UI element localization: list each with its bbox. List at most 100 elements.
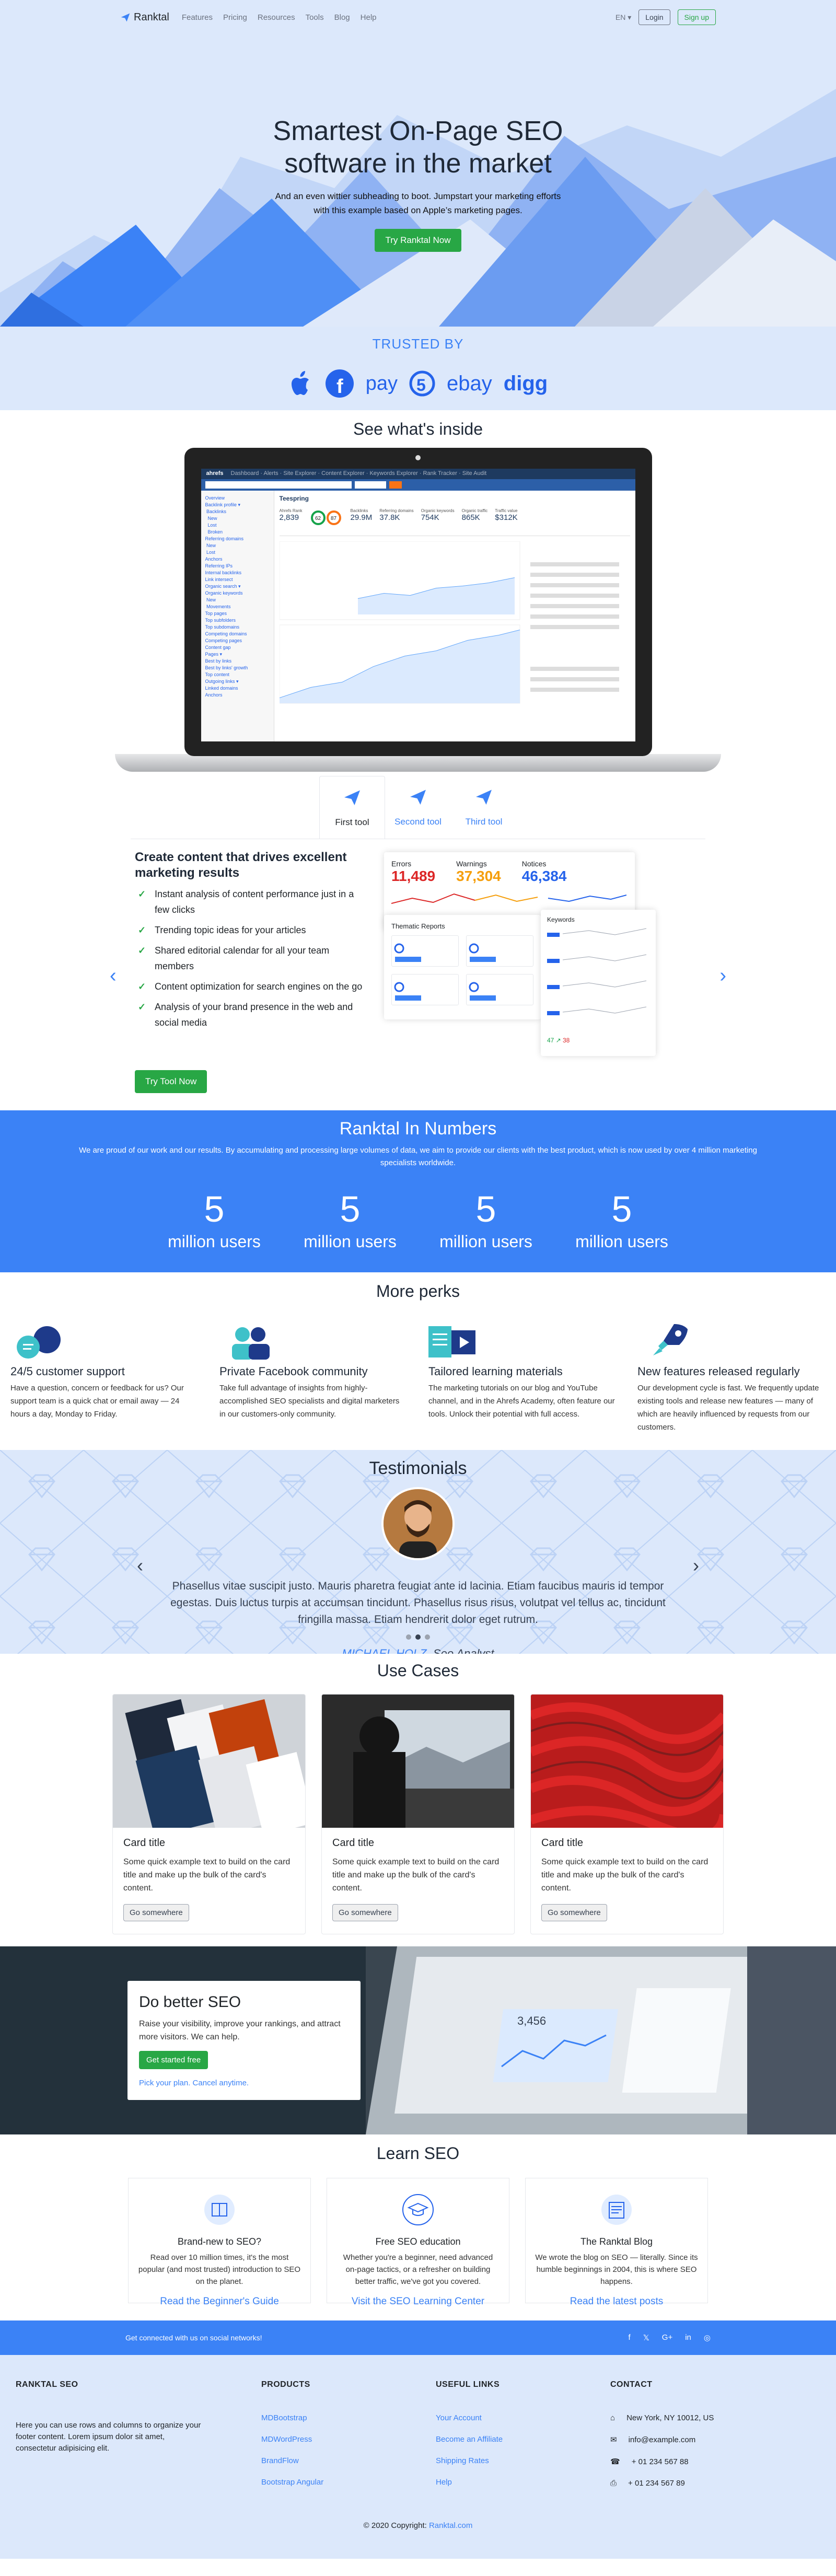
footer-useful-link[interactable]: Shipping Rates [436, 2456, 489, 2465]
nav-link-features[interactable]: Features [182, 13, 213, 22]
testimonial-next-arrow[interactable]: › [693, 1554, 699, 1576]
instagram-icon[interactable]: ◎ [704, 2333, 711, 2342]
phone-icon: ☎ [610, 2457, 620, 2466]
google-plus-icon[interactable]: G+ [662, 2333, 672, 2342]
go-somewhere-button[interactable]: Go somewhere [332, 1904, 398, 1921]
stat-unit: million users [439, 1232, 532, 1251]
signup-button[interactable]: Sign up [677, 9, 716, 25]
footer-product-link[interactable]: BrandFlow [261, 2456, 299, 2465]
card-title: Card title [332, 1837, 375, 1849]
learn-card-text: We wrote the blog on SEO — literally. Si… [535, 2253, 698, 2286]
perk-item: Tailored learning materials The marketin… [428, 1321, 617, 1434]
tool-tabs: First tool Second tool Third tool [0, 776, 836, 839]
use-case-card: Card title Some quick example text to bui… [321, 1694, 515, 1934]
screen-brand: ahrefs [206, 470, 224, 477]
social-text: Get connected with us on social networks… [125, 2334, 262, 2342]
indicator-dot[interactable] [425, 1634, 430, 1640]
notices-label: Notices [521, 860, 547, 868]
pay-text: pay [365, 372, 398, 394]
numbers-text: We are proud of our work and our results… [79, 1146, 757, 1167]
go-somewhere-button[interactable]: Go somewhere [123, 1904, 189, 1921]
laptop-background-image [0, 1946, 836, 2134]
linkedin-icon[interactable]: in [685, 2333, 691, 2342]
social-bar: Get connected with us on social networks… [0, 2320, 836, 2355]
footer-product-link[interactable]: MDBootstrap [261, 2413, 307, 2422]
footer-useful-link[interactable]: Become an Affiliate [436, 2435, 503, 2444]
print-icon: ⎙ [610, 2479, 617, 2488]
numbers-title: Ranktal In Numbers [339, 1119, 497, 1139]
beginners-guide-link[interactable]: Read the Beginner's Guide [138, 2296, 301, 2307]
use-cases-title: Use Cases [377, 1661, 459, 1680]
learn-card-text: Whether you're a beginner, need advanced… [343, 2253, 493, 2286]
footer-products-title: PRODUCTS [261, 2380, 310, 2389]
hero-cta-button[interactable]: Try Ranktal Now [375, 229, 461, 252]
testimonials-title: Testimonials [369, 1458, 467, 1478]
paper-plane-icon [476, 790, 492, 805]
footer-useful-link[interactable]: Your Account [436, 2413, 482, 2422]
nav-link-pricing[interactable]: Pricing [223, 13, 247, 22]
hero-section: Smartest On-Page SEO software in the mark… [0, 0, 836, 327]
card-text: Some quick example text to build on the … [541, 1858, 709, 1893]
laptop-mockup: ahrefs Dashboard · Alerts · Site Explorer… [115, 448, 721, 772]
language-label: EN [615, 13, 626, 21]
ebay-text: ebay [447, 372, 492, 395]
promo-text: Raise your visibility, improve your rank… [139, 2020, 341, 2041]
perk-title: Tailored learning materials [428, 1365, 563, 1378]
nav-link-resources[interactable]: Resources [258, 13, 295, 22]
svg-text:87: 87 [331, 516, 337, 521]
perks-title: More perks [376, 1282, 460, 1301]
perk-text: The marketing tutorials on our blog and … [428, 1384, 615, 1419]
nav-link-tools[interactable]: Tools [306, 13, 324, 22]
svg-text:5: 5 [416, 376, 426, 394]
brand-logo[interactable]: Ranktal [120, 11, 169, 24]
keywords-label: Keywords [547, 916, 575, 923]
go-somewhere-button[interactable]: Go somewhere [541, 1904, 607, 1921]
warnings-label: Warnings [456, 860, 487, 868]
perk-text: Our development cycle is fast. We freque… [637, 1384, 819, 1432]
footer-product-link[interactable]: Bootstrap Angular [261, 2478, 323, 2487]
trusted-title: TRUSTED BY [372, 336, 464, 352]
nav-link-blog[interactable]: Blog [334, 13, 350, 22]
footer-useful-link[interactable]: Help [436, 2478, 452, 2487]
tool-feature-list: Instant analysis of content performance … [135, 886, 365, 1030]
indicator-dot[interactable] [415, 1634, 421, 1640]
tool-heading: Create content that drives excellent mar… [135, 850, 347, 880]
promo-background-number: 3,456 [517, 2014, 547, 2027]
list-item: Trending topic ideas for your articles [135, 922, 365, 938]
home-icon: ⌂ [610, 2413, 616, 2422]
lanyards-image [531, 1695, 723, 1828]
nav-link-help[interactable]: Help [361, 13, 377, 22]
learn-card: Free SEO education Whether you're a begi… [327, 2178, 509, 2307]
learning-center-link[interactable]: Visit the SEO Learning Center [336, 2296, 500, 2307]
tab-label: Second tool [394, 817, 442, 827]
facebook-icon[interactable]: f [629, 2333, 631, 2342]
community-icon [219, 1321, 408, 1363]
testimonial-prev-arrow[interactable]: ‹ [137, 1554, 143, 1576]
copyright-link[interactable]: Ranktal.com [429, 2521, 472, 2530]
language-dropdown[interactable]: EN ▾ [616, 13, 631, 22]
tab-second-tool[interactable]: Second tool [385, 776, 451, 839]
paper-plane-icon [121, 13, 130, 22]
tab-first-tool[interactable]: First tool [319, 776, 385, 839]
amazon-pay-logo: pay [366, 368, 398, 399]
indicator-dot[interactable] [406, 1634, 411, 1640]
get-started-button[interactable]: Get started free [139, 2051, 208, 2069]
stat-unit: million users [168, 1232, 261, 1251]
errors-label: Errors [391, 860, 412, 868]
list-item: Analysis of your brand presence in the w… [135, 999, 365, 1030]
contact-value: info@example.com [628, 2435, 696, 2444]
testimonial-name: MICHAEL HOLZ [342, 1647, 427, 1654]
login-button[interactable]: Login [638, 9, 670, 25]
pick-plan-link[interactable]: Pick your plan. Cancel anytime. [139, 2079, 349, 2087]
footer-product-link[interactable]: MDWordPress [261, 2435, 312, 2444]
tab-third-tool[interactable]: Third tool [451, 776, 517, 839]
dashboard-illustration: Errors 11,489 Warnings 37,304 Notices 46,38… [384, 852, 666, 1056]
twitter-icon[interactable]: 𝕏 [643, 2333, 649, 2342]
facebook-icon: f [325, 368, 354, 399]
footer-contact-title: CONTACT [610, 2380, 653, 2389]
carousel-prev-arrow[interactable]: ‹ [110, 965, 117, 987]
carousel-next-arrow[interactable]: › [719, 965, 726, 987]
try-tool-button[interactable]: Try Tool Now [135, 1070, 207, 1093]
blog-posts-link[interactable]: Read the latest posts [535, 2296, 698, 2307]
tool-pane: ‹ › Create content that drives excellent… [110, 839, 726, 1110]
